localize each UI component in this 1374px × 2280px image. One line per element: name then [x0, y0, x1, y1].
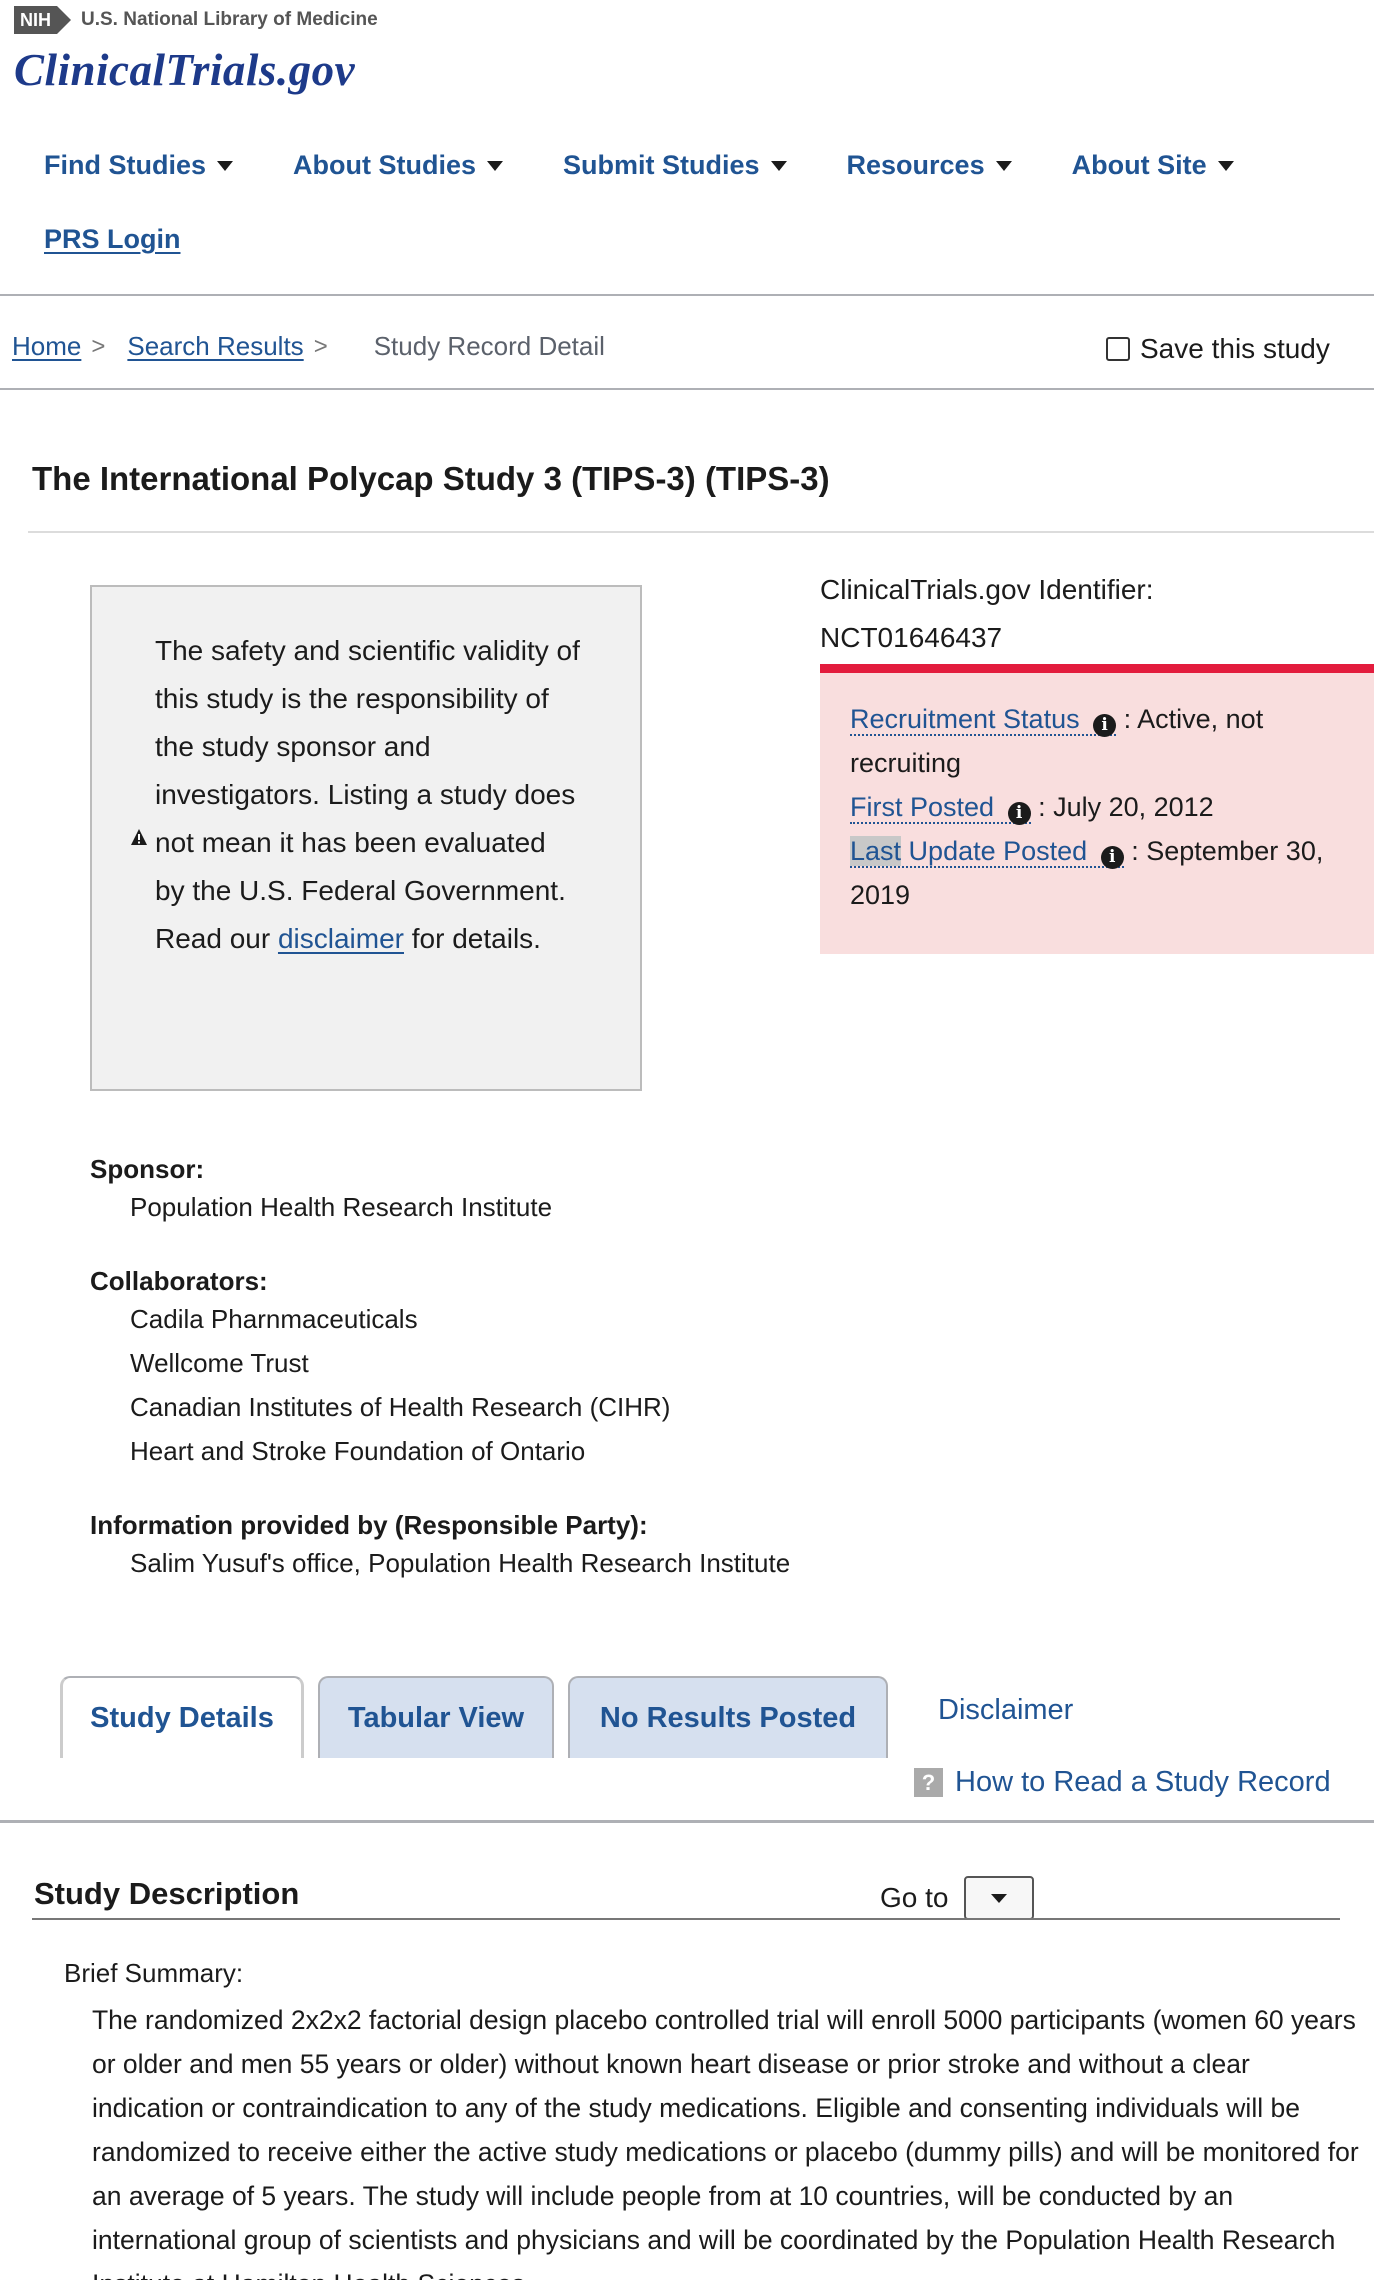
- sponsor-section: Sponsor: Population Health Research Inst…: [90, 1154, 552, 1229]
- recruitment-status-label[interactable]: Recruitment Status i: [850, 704, 1117, 737]
- label-text: Update Posted: [901, 836, 1088, 866]
- collaborator-item: Heart and Stroke Foundation of Ontario: [130, 1436, 586, 1466]
- last-update-posted: Last Update Posted i : September 30, 201…: [850, 829, 1348, 917]
- how-to-read-link[interactable]: ? How to Read a Study Record: [914, 1766, 1331, 1799]
- chevron-right-icon: >: [313, 332, 328, 360]
- identifier-label: ClinicalTrials.gov Identifier:: [820, 574, 1154, 605]
- checkbox-icon[interactable]: [1106, 337, 1130, 361]
- goto-button[interactable]: [964, 1876, 1035, 1920]
- main-nav: Find Studies About Studies Submit Studie…: [44, 150, 1294, 181]
- nav-label: Submit Studies: [563, 150, 760, 180]
- caret-down-icon: [995, 160, 1012, 171]
- info-icon[interactable]: i: [1093, 714, 1117, 737]
- page-title: The International Polycap Study 3 (TIPS-…: [32, 460, 830, 497]
- collaborators-label: Collaborators:: [90, 1266, 268, 1296]
- first-posted-value: : July 20, 2012: [1038, 792, 1214, 822]
- nlm-link[interactable]: U.S. National Library of Medicine: [81, 9, 378, 31]
- nih-header: NIH U.S. National Library of Medicine: [14, 4, 378, 36]
- tab-tabular-view[interactable]: Tabular View: [318, 1676, 554, 1758]
- nav-submit-studies[interactable]: Submit Studies: [563, 150, 787, 181]
- sponsor-label: Sponsor:: [90, 1154, 205, 1184]
- nav-resources[interactable]: Resources: [847, 150, 1012, 181]
- collaborators-section: Collaborators: Cadila Pharnmaceuticals W…: [90, 1266, 670, 1473]
- record-tabs: Study Details Tabular View No Results Po…: [60, 1676, 902, 1758]
- divider: [28, 531, 1374, 533]
- breadcrumb-current: Study Record Detail: [373, 331, 605, 361]
- nav-label: Find Studies: [44, 150, 206, 180]
- caret-down-icon: [770, 160, 787, 171]
- caret-down-icon: [217, 160, 233, 171]
- label-text: First Posted: [850, 792, 995, 822]
- breadcrumb: Home > Search Results > Study Record Det…: [12, 331, 605, 362]
- label-text-highlight: Last: [850, 836, 902, 866]
- collaborator-item: Wellcome Trust: [130, 1348, 309, 1378]
- clinicaltrials-logo[interactable]: ClinicalTrials.gov: [14, 44, 355, 96]
- nav-find-studies[interactable]: Find Studies: [44, 150, 233, 181]
- identifier-value: NCT01646437: [820, 622, 1003, 653]
- nav-label: About Studies: [293, 150, 476, 180]
- goto-dropdown: Go to: [880, 1876, 1035, 1920]
- nav-about-site[interactable]: About Site: [1072, 150, 1234, 181]
- disclaimer-text-3: for details.: [411, 923, 541, 954]
- collaborator-item: Cadila Pharnmaceuticals: [130, 1304, 418, 1334]
- save-study-label: Save this study: [1140, 333, 1330, 364]
- tab-disclaimer[interactable]: Disclaimer: [938, 1694, 1073, 1727]
- last-update-label[interactable]: Last Update Posted i: [850, 836, 1124, 869]
- how-to-read-label: How to Read a Study Record: [955, 1766, 1331, 1798]
- chevron-right-icon: >: [91, 332, 106, 360]
- nav-about-studies[interactable]: About Studies: [293, 150, 503, 181]
- nih-logo: NIH: [14, 6, 71, 34]
- help-icon: ?: [914, 1768, 943, 1797]
- responsible-party-label: Information provided by (Responsible Par…: [90, 1510, 648, 1540]
- divider: [0, 294, 1374, 296]
- disclaimer-link[interactable]: disclaimer: [278, 923, 404, 954]
- save-study-checkbox[interactable]: Save this study: [1106, 333, 1330, 365]
- tab-study-details[interactable]: Study Details: [60, 1676, 304, 1758]
- nav-label: Resources: [846, 150, 985, 180]
- caret-down-icon: [487, 160, 503, 171]
- tab-no-results-posted[interactable]: No Results Posted: [568, 1676, 888, 1758]
- warning-icon: [131, 829, 147, 845]
- responsible-party-value: Salim Yusuf's office, Population Health …: [130, 1548, 791, 1578]
- goto-label: Go to: [880, 1882, 949, 1913]
- sponsor-value: Population Health Research Institute: [130, 1192, 553, 1222]
- info-icon[interactable]: i: [1100, 846, 1124, 869]
- responsible-party-section: Information provided by (Responsible Par…: [90, 1510, 790, 1585]
- first-posted-label[interactable]: First Posted i: [850, 792, 1031, 825]
- collaborator-item: Canadian Institutes of Health Research (…: [130, 1392, 671, 1422]
- brief-summary-label: Brief Summary:: [64, 1958, 244, 1988]
- divider: [0, 388, 1374, 390]
- section-title: Study Description: [34, 1876, 300, 1911]
- breadcrumb-search-results[interactable]: Search Results: [127, 331, 303, 362]
- caret-down-icon: [991, 1893, 1008, 1903]
- divider: [0, 1820, 1374, 1823]
- breadcrumb-home[interactable]: Home: [12, 331, 81, 362]
- study-identifier: ClinicalTrials.gov Identifier: NCT016464…: [820, 566, 1154, 662]
- info-icon[interactable]: i: [1007, 802, 1031, 825]
- nav-label: About Site: [1071, 150, 1207, 180]
- brief-summary-text: The randomized 2x2x2 factorial design pl…: [92, 2005, 1359, 2280]
- disclaimer-notice: The safety and scientific validity of th…: [90, 585, 642, 1091]
- label-text: Recruitment Status: [850, 704, 1080, 734]
- status-panel: Recruitment Status i : Active, not recru…: [820, 664, 1374, 954]
- recruitment-status: Recruitment Status i : Active, not recru…: [850, 697, 1348, 785]
- first-posted: First Posted i : July 20, 2012: [850, 785, 1348, 829]
- caret-down-icon: [1217, 160, 1234, 171]
- prs-login-link[interactable]: PRS Login: [44, 224, 181, 255]
- divider: [32, 1918, 1340, 1920]
